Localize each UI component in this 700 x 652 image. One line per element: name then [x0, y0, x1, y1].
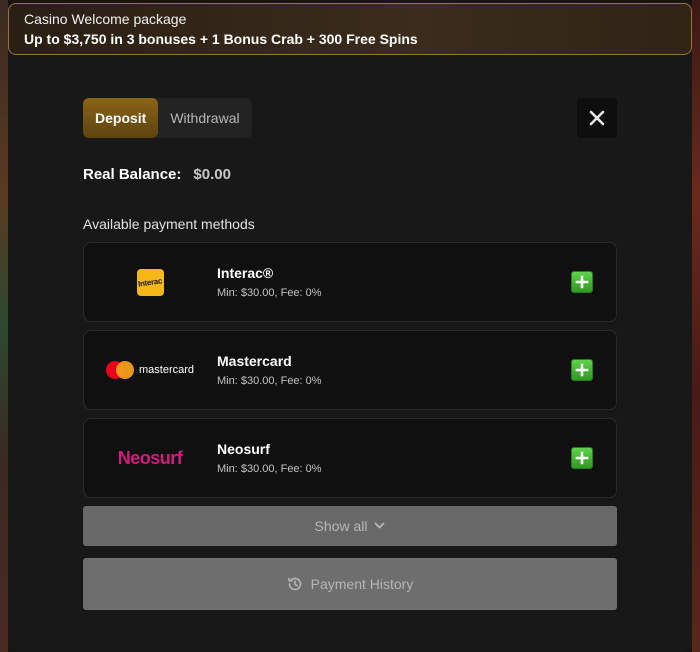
neosurf-logo-text: Neosurf [117, 447, 183, 468]
background-left-edge [0, 0, 8, 652]
payment-tabs: Deposit Withdrawal [83, 98, 252, 138]
payment-history-button[interactable]: Payment History [83, 558, 617, 610]
promo-title: Casino Welcome package [24, 11, 187, 27]
plus-icon [575, 275, 589, 289]
method-name: Interac® [217, 265, 274, 281]
close-icon [589, 110, 605, 126]
payment-modal: Deposit Withdrawal Real Balance: $0.00 A… [8, 56, 692, 652]
payment-method-neosurf[interactable]: Neosurf Neosurf Min: $30.00, Fee: 0% [83, 418, 617, 498]
mastercard-logo: mastercard [96, 331, 204, 409]
plus-icon [575, 451, 589, 465]
method-terms: Min: $30.00, Fee: 0% [217, 287, 322, 299]
method-terms: Min: $30.00, Fee: 0% [217, 375, 322, 387]
background-right-edge [692, 0, 700, 652]
chevron-down-icon [375, 522, 385, 529]
history-icon [287, 577, 301, 591]
payment-method-mastercard[interactable]: mastercard Mastercard Min: $30.00, Fee: … [83, 330, 617, 410]
interac-logo: Interac [96, 243, 204, 321]
tab-deposit[interactable]: Deposit [83, 98, 159, 138]
balance-label: Real Balance: [83, 166, 182, 183]
balance-row: Real Balance: $0.00 [83, 166, 231, 183]
tab-withdrawal[interactable]: Withdrawal [158, 98, 251, 138]
plus-icon [575, 363, 589, 377]
add-interac-button[interactable] [571, 271, 593, 293]
promo-banner[interactable]: Casino Welcome package Up to $3,750 in 3… [8, 3, 692, 55]
method-terms: Min: $30.00, Fee: 0% [217, 463, 322, 475]
show-all-label: Show all [314, 518, 368, 534]
add-mastercard-button[interactable] [571, 359, 593, 381]
mastercard-logo-text: mastercard [138, 364, 195, 376]
payment-history-label: Payment History [310, 576, 414, 592]
method-name: Neosurf [217, 441, 270, 457]
payment-method-interac[interactable]: Interac Interac® Min: $30.00, Fee: 0% [83, 242, 617, 322]
methods-heading: Available payment methods [83, 216, 255, 232]
interac-logo-text: Interac [137, 275, 163, 289]
close-button[interactable] [577, 98, 617, 138]
method-name: Mastercard [217, 353, 292, 369]
mastercard-circles-icon [105, 361, 134, 379]
balance-value: $0.00 [193, 166, 231, 183]
show-all-button[interactable]: Show all [83, 506, 617, 546]
promo-offer: Up to $3,750 in 3 bonuses + 1 Bonus Crab… [24, 31, 418, 47]
neosurf-logo: Neosurf [96, 419, 204, 497]
add-neosurf-button[interactable] [571, 447, 593, 469]
